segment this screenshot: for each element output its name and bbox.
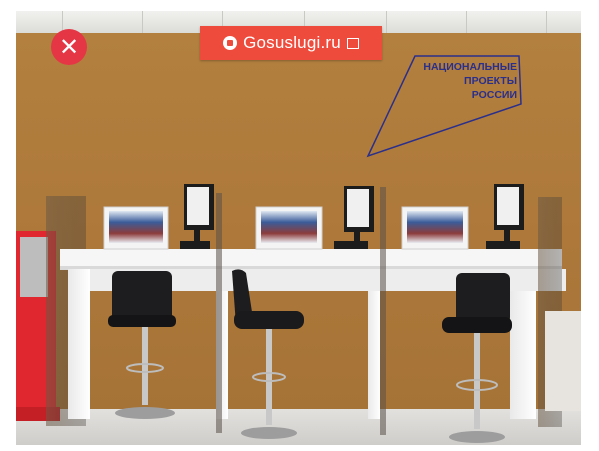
kiosk-photo	[16, 11, 581, 445]
gosuslugi-sign: Gosuslugi.ru	[200, 26, 382, 60]
close-icon: ✕	[58, 33, 80, 61]
side-wall	[545, 311, 581, 411]
workstations-scene	[16, 184, 566, 443]
bar-stool-3	[442, 273, 512, 443]
sign-square-icon	[346, 37, 359, 49]
sign-text: Gosuslugi.ru	[243, 33, 341, 52]
glass-partition	[216, 193, 222, 433]
glass-partition	[380, 187, 386, 435]
gosuslugi-logo-icon	[223, 36, 238, 50]
workstation-2	[255, 186, 374, 250]
workstation-3	[401, 184, 524, 250]
close-button[interactable]: ✕	[51, 29, 87, 65]
bar-stool-1	[108, 271, 176, 419]
workstation-1	[103, 184, 214, 250]
bar-stool-2	[232, 269, 304, 439]
